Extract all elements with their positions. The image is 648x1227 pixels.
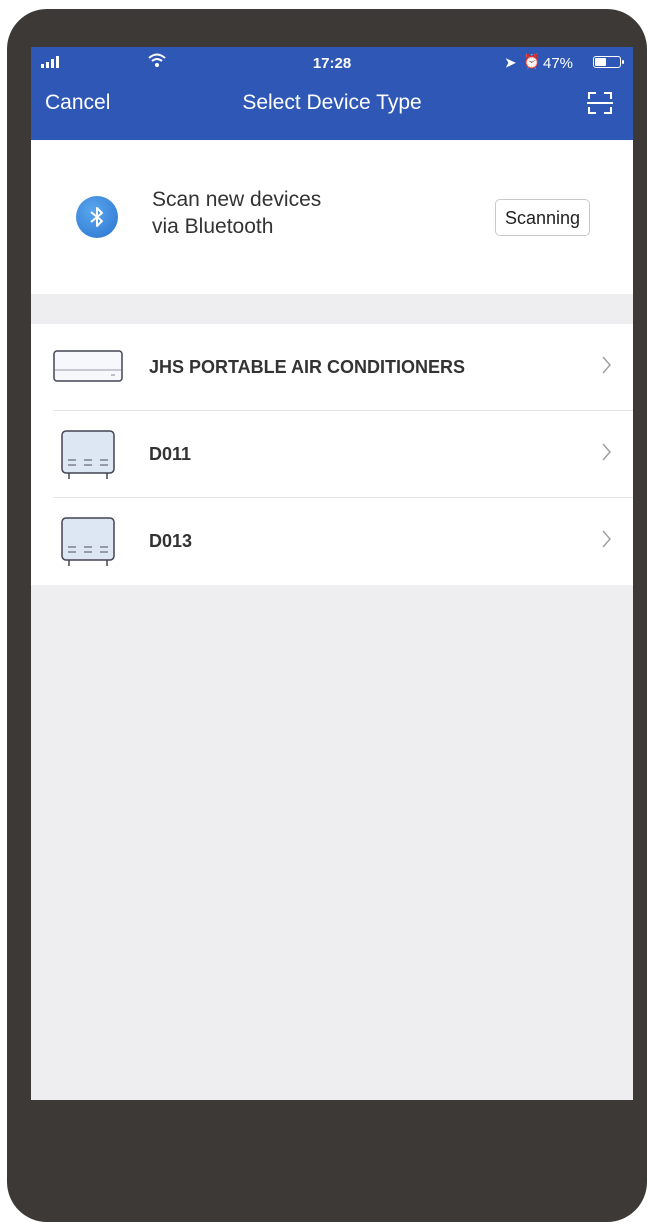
navigation-bar: Cancel Select Device Type [31,77,633,140]
bluetooth-scan-subtitle: via Bluetooth [152,215,274,238]
bluetooth-scan-section: Scan new devices via Bluetooth Scanning [31,140,633,294]
battery-icon [593,56,624,68]
device-type-label: D013 [149,531,193,551]
bluetooth-icon [76,196,118,238]
chevron-right-icon [601,528,613,555]
dehumidifier-icon [61,517,115,572]
device-type-label: D011 [149,444,192,464]
device-type-row[interactable]: D011 [31,411,633,498]
alarm-icon: ⏰ [523,53,541,69]
device-type-label: JHS PORTABLE AIR CONDITIONERS [149,357,466,377]
bluetooth-scan-title: Scan new devices [152,188,322,211]
dehumidifier-icon [61,430,115,485]
device-type-row[interactable]: JHS PORTABLE AIR CONDITIONERS [31,324,633,411]
location-icon: ➤ [505,55,516,70]
page-title: Select Device Type [242,91,422,114]
wall-ac-icon [53,350,123,389]
chevron-right-icon [601,354,613,381]
device-type-list: JHS PORTABLE AIR CONDITIONERS D011 D013 [31,324,633,585]
top-bar: 17:28 ➤ ⏰ 47% Cancel Select Device Type [31,47,633,140]
device-type-row[interactable]: D013 [31,498,633,585]
scanning-button[interactable]: Scanning [495,199,590,236]
status-bar: 17:28 ➤ ⏰ 47% [31,47,633,77]
phone-frame: 17:28 ➤ ⏰ 47% Cancel Select Device Type [7,9,647,1222]
chevron-right-icon [601,441,613,468]
qr-scan-icon[interactable] [586,89,614,117]
battery-percentage: 47% [543,55,574,72]
app-screen: 17:28 ➤ ⏰ 47% Cancel Select Device Type [31,47,633,1100]
